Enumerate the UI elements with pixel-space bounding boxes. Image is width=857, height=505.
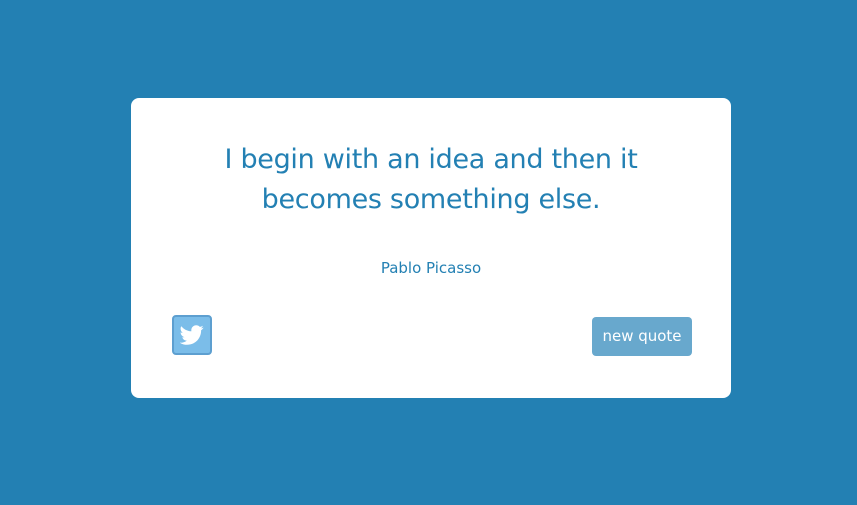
quote-text: I begin with an idea and then it becomes… <box>224 144 638 215</box>
twitter-bird-icon <box>180 325 204 345</box>
tweet-button[interactable] <box>172 315 212 355</box>
quote-author: Pablo Picasso <box>380 259 482 277</box>
quote-card: I begin with an idea and then it becomes… <box>131 98 731 398</box>
new-quote-button[interactable]: new quote <box>592 317 692 356</box>
